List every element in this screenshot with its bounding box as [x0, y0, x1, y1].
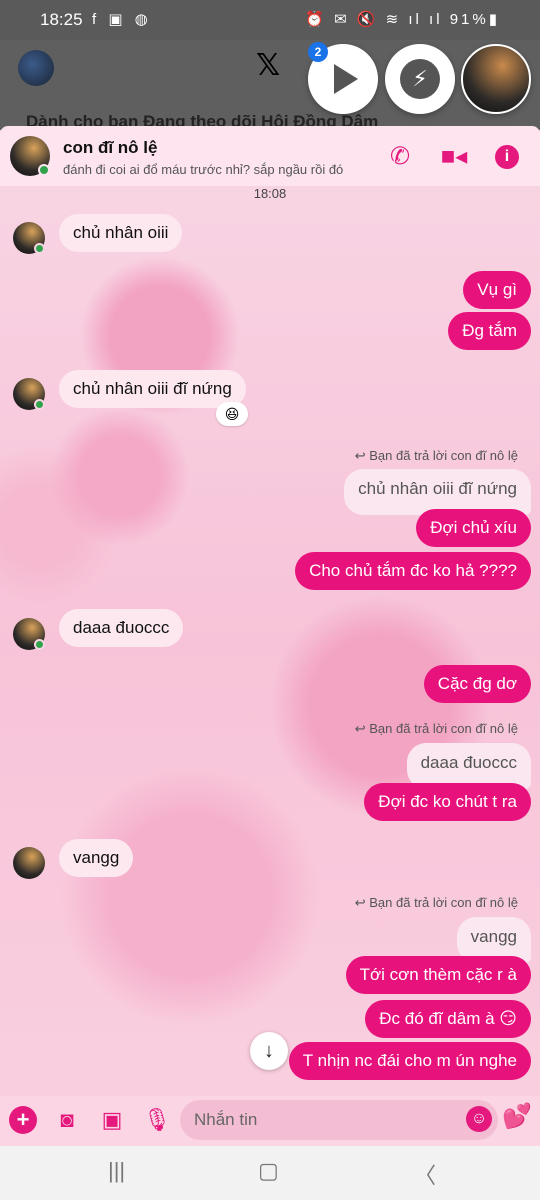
reply-label-text: Bạn đã trả lời con đĩ nô lệ — [369, 721, 518, 736]
camera-icon[interactable]: ◙ — [53, 1106, 81, 1134]
message-list[interactable]: 18:08 chủ nhân oiii Vụ gì Đg tắm chủ nhâ… — [0, 186, 540, 1096]
incoming-message[interactable]: chủ nhân oiii — [59, 214, 183, 252]
status-time: 18:25 — [40, 10, 83, 29]
avatar — [13, 847, 45, 879]
incoming-message[interactable]: chủ nhân oiii đĩ nứng — [59, 370, 246, 408]
info-icon[interactable]: i — [495, 145, 519, 169]
home-icon[interactable]: ▢ — [258, 1158, 279, 1184]
timestamp: 18:08 — [253, 186, 287, 201]
chat-head-video[interactable]: 2 — [308, 42, 378, 114]
x-logo-icon: 𝕏 — [256, 49, 281, 82]
video-call-icon[interactable]: ■◂ — [440, 143, 468, 171]
signal-icons: ⏰ ✉ 🔇 ≋ ıl ıl — [305, 11, 443, 28]
notification-icons: f ▣ ◍ — [92, 11, 152, 28]
reaction-emoji[interactable]: 😆 — [216, 402, 248, 426]
reply-label-text: Bạn đã trả lời con đĩ nô lệ — [369, 895, 518, 910]
avatar — [13, 618, 45, 650]
emoji-icon[interactable]: ☺ — [466, 1106, 492, 1132]
messenger-icon: ⚡ — [400, 59, 440, 99]
microphone-icon[interactable]: 🎙 — [143, 1106, 171, 1134]
incoming-message[interactable]: vangg — [59, 839, 134, 877]
android-nav-bar: ||| ▢ 〈 — [0, 1146, 540, 1200]
outgoing-message[interactable]: Đợi chủ xíu — [416, 509, 531, 547]
battery-level: 91%▮ — [449, 11, 500, 28]
online-indicator — [34, 639, 45, 650]
background-app: 𝕏 Dành cho bạn Đang theo dõi Hội Đồng Dâ… — [0, 40, 540, 131]
unread-badge: 2 — [308, 42, 328, 62]
chat-head-messenger[interactable]: ⚡ — [385, 44, 455, 114]
plus-icon[interactable]: + — [9, 1106, 37, 1134]
chat-head-contact[interactable] — [461, 44, 531, 114]
online-indicator — [34, 243, 45, 254]
contact-status: đánh đi coi ai đổ máu trước nhỉ? sắp ngầ… — [63, 162, 344, 177]
outgoing-message[interactable]: Đc đó đĩ dâm à 😏 — [365, 1000, 531, 1038]
reply-label: ↩ Bạn đã trả lời con đĩ nô lệ — [354, 448, 518, 463]
back-icon[interactable]: 〈 — [414, 1158, 436, 1190]
outgoing-message[interactable]: Cho chủ tắm đc ko hả ???? — [295, 552, 531, 590]
background-avatar — [18, 50, 54, 86]
composer-bar: + ◙ ▣ 🎙 ☺ 💕 — [0, 1096, 540, 1146]
outgoing-message[interactable]: Đg tắm — [448, 312, 531, 350]
phone-icon[interactable]: ✆ — [386, 143, 414, 171]
reply-label: ↩ Bạn đã trả lời con đĩ nô lệ — [354, 895, 518, 910]
reply-label-text: Bạn đã trả lời con đĩ nô lệ — [369, 448, 518, 463]
contact-name[interactable]: con đĩ nô lệ — [63, 138, 157, 158]
online-indicator — [38, 164, 50, 176]
image-icon[interactable]: ▣ — [98, 1106, 126, 1134]
outgoing-message[interactable]: Cặc đg dơ — [423, 665, 531, 703]
reply-label: ↩ Bạn đã trả lời con đĩ nô lệ — [354, 721, 518, 736]
outgoing-message[interactable]: T nhịn nc đái cho m ún nghe — [288, 1042, 531, 1080]
avatar — [13, 378, 45, 410]
system-icons: ⏰ ✉ 🔇 ≋ ıl ıl 91%▮ — [305, 10, 500, 28]
conversation-header: con đĩ nô lệ đánh đi coi ai đổ máu trước… — [0, 126, 540, 186]
outgoing-message[interactable]: Vụ gì — [463, 271, 531, 309]
incoming-message[interactable]: daaa đuoccc — [59, 609, 184, 647]
recent-apps-icon[interactable]: ||| — [108, 1158, 125, 1184]
outgoing-message[interactable]: Tới cơn thèm cặc r à — [345, 956, 531, 994]
play-icon — [334, 64, 358, 94]
outgoing-message[interactable]: Đợi đc ko chút t ra — [364, 783, 531, 821]
heart-icon[interactable]: 💕 — [502, 1102, 532, 1131]
message-input[interactable] — [180, 1100, 498, 1140]
status-bar: 18:25 f ▣ ◍ ⏰ ✉ 🔇 ≋ ıl ıl 91%▮ — [0, 0, 540, 40]
online-indicator — [34, 399, 45, 410]
scroll-down-button[interactable]: ↓ — [250, 1032, 288, 1070]
avatar — [13, 222, 45, 254]
